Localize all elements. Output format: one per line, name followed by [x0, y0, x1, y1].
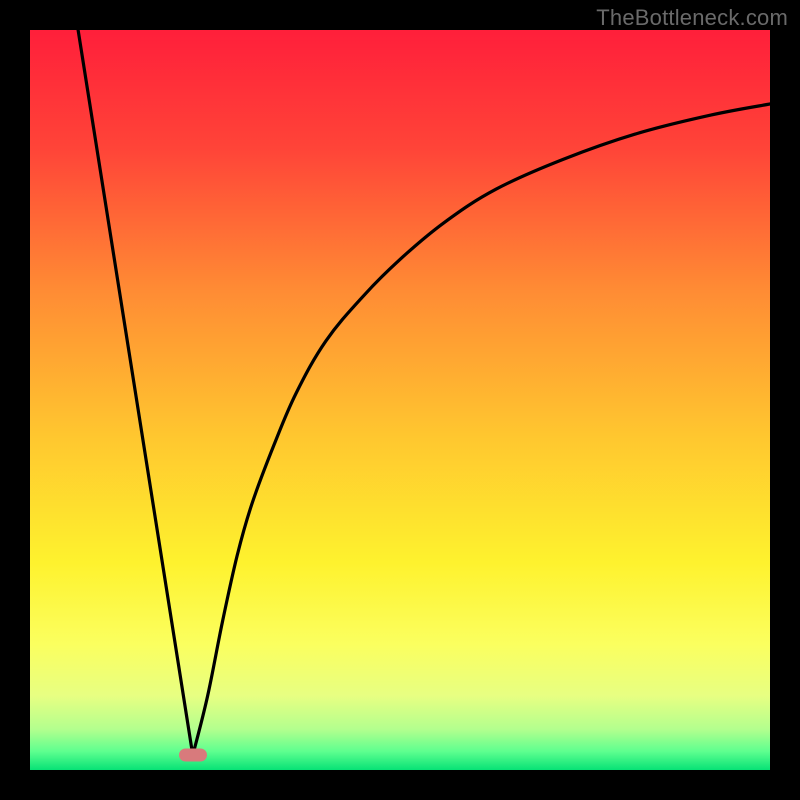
watermark-text: TheBottleneck.com [596, 5, 788, 31]
chart-frame: TheBottleneck.com [0, 0, 800, 800]
bottleneck-curve [78, 30, 770, 755]
optimum-marker [179, 749, 207, 762]
plot-area [30, 30, 770, 770]
curve-layer [30, 30, 770, 770]
